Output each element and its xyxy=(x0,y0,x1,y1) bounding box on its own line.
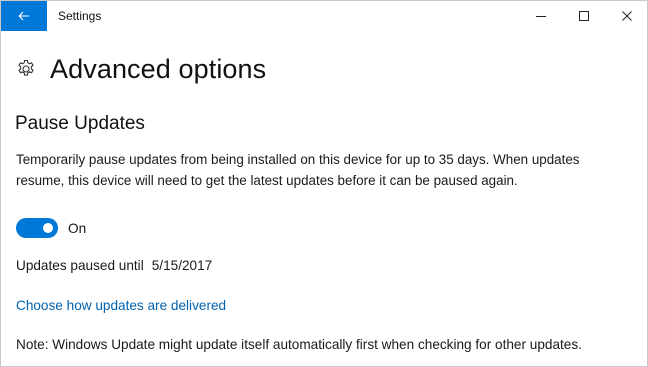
title-bar: Settings xyxy=(1,1,647,31)
paused-until-date: 5/15/2017 xyxy=(151,258,213,273)
pause-toggle-row: On xyxy=(16,217,86,239)
window-title: Settings xyxy=(58,9,102,23)
maximize-icon xyxy=(579,11,589,21)
close-icon xyxy=(622,11,632,21)
page-header: Advanced options xyxy=(15,51,266,87)
close-button[interactable] xyxy=(604,1,647,31)
maximize-button[interactable] xyxy=(561,1,607,31)
pause-updates-toggle[interactable] xyxy=(16,218,58,238)
minimize-button[interactable] xyxy=(518,1,564,31)
page-title: Advanced options xyxy=(50,54,267,84)
update-note: Note: Windows Update might update itself… xyxy=(16,337,582,352)
section-heading-pause-updates: Pause Updates xyxy=(15,113,145,134)
back-arrow-icon xyxy=(18,11,29,21)
paused-until-label: Updates paused until xyxy=(16,258,144,273)
settings-window: Settings Advanced options Pause Updates … xyxy=(0,0,648,367)
minimize-icon xyxy=(536,16,546,17)
toggle-knob xyxy=(43,223,53,233)
pause-updates-description: Temporarily pause updates from being ins… xyxy=(16,152,580,188)
toggle-state-label: On xyxy=(68,220,87,236)
updates-paused-status: Updates paused until 5/15/2017 xyxy=(16,256,212,276)
gear-icon xyxy=(15,58,37,80)
choose-delivery-link[interactable]: Choose how updates are delivered xyxy=(16,296,226,316)
back-button[interactable] xyxy=(1,1,47,31)
